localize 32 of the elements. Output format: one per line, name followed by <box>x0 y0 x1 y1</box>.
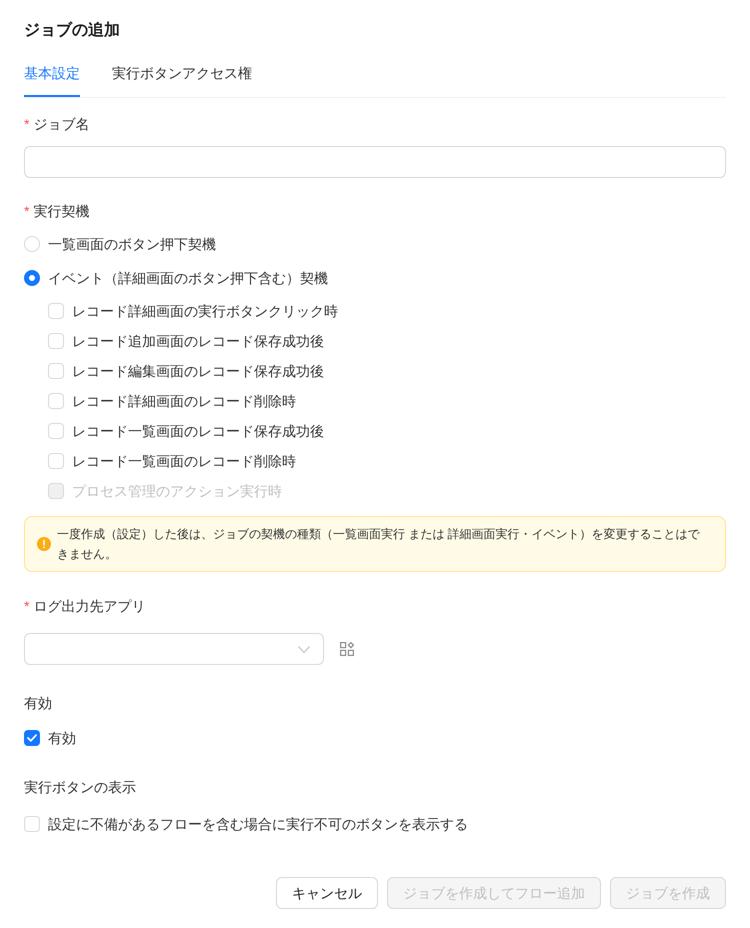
checkbox-label: レコード編集画面のレコード保存成功後 <box>72 362 324 381</box>
field-label: ジョブ名 <box>33 115 90 134</box>
radio-label: イベント（詳細画面のボタン押下含む）契機 <box>48 269 328 288</box>
radio-label: 一覧画面のボタン押下契機 <box>48 235 216 254</box>
checkbox-label: レコード一覧画面のレコード保存成功後 <box>72 422 324 441</box>
dialog-button[interactable]: キャンセル <box>276 877 378 909</box>
chevron-down-icon <box>298 646 310 652</box>
radio-button[interactable] <box>24 270 40 286</box>
field-label: ログ出力先アプリ <box>33 597 146 616</box>
app-select[interactable] <box>24 633 324 665</box>
field-label: 実行ボタンの表示 <box>24 778 136 797</box>
checkbox-label: レコード追加画面のレコード保存成功後 <box>72 332 324 351</box>
tab[interactable]: 基本設定 <box>24 52 80 97</box>
dialog-title: ジョブの追加 <box>24 20 120 41</box>
checkbox-label: プロセス管理のアクション実行時 <box>72 482 282 501</box>
apps-icon[interactable] <box>340 642 354 656</box>
required-mark: * <box>24 597 30 616</box>
warning-icon <box>37 537 51 551</box>
field-label: 有効 <box>24 694 52 713</box>
checkbox-label: 有効 <box>48 729 76 748</box>
job-name-input[interactable] <box>24 146 726 178</box>
required-mark: * <box>24 202 30 221</box>
field-label: 実行契機 <box>33 202 90 221</box>
checkbox[interactable] <box>24 730 40 746</box>
required-mark: * <box>24 115 30 134</box>
checkbox-label: レコード詳細画面の実行ボタンクリック時 <box>72 302 338 321</box>
checkbox-label: レコード詳細画面のレコード削除時 <box>72 392 296 411</box>
alert-message: 一度作成（設定）した後は、ジョブの契機の種類（一覧画面実行 または 詳細画面実行・イベント）を変更することはできません。 <box>57 526 701 563</box>
tab[interactable]: 実行ボタンアクセス権 <box>112 52 252 97</box>
check-icon <box>27 734 37 742</box>
checkbox-label: レコード一覧画面のレコード削除時 <box>72 452 296 471</box>
checkbox-label: 設定に不備があるフローを含む場合に実行不可のボタンを表示する <box>48 815 468 834</box>
